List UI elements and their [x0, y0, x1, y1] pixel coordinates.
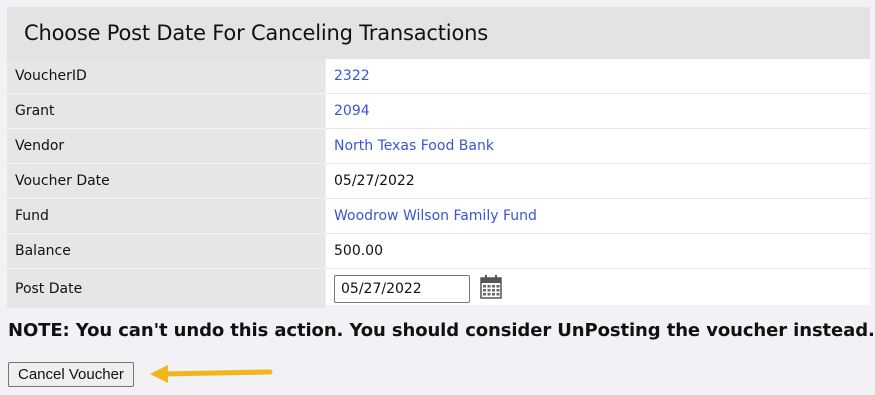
pointer-arrow-icon [150, 365, 273, 383]
table-row-fund: Fund Woodrow Wilson Family Fund [7, 198, 870, 234]
voucher-date-label: Voucher Date [7, 163, 326, 199]
fund-label: Fund [7, 198, 326, 234]
post-date-input[interactable] [334, 274, 470, 303]
table-row-vendor: Vendor North Texas Food Bank [7, 128, 870, 164]
voucherid-link[interactable]: 2322 [334, 68, 370, 84]
post-date-label: Post Date [7, 268, 326, 308]
vendor-link[interactable]: North Texas Food Bank [334, 138, 494, 154]
warning-note: NOTE: You can't undo this action. You sh… [8, 320, 875, 341]
table-row-post-date: Post Date [7, 268, 870, 308]
cancel-voucher-button[interactable]: Cancel Voucher [8, 362, 134, 387]
voucherid-label: VoucherID [7, 59, 326, 94]
cancel-transactions-panel: Choose Post Date For Canceling Transacti… [7, 7, 870, 308]
voucher-details-table: VoucherID 2322 Grant 2094 Vendor North T… [7, 59, 870, 308]
table-row-voucher-date: Voucher Date 05/27/2022 [7, 163, 870, 199]
grant-label: Grant [7, 93, 326, 129]
voucher-date-value: 05/27/2022 [325, 163, 870, 199]
table-row-grant: Grant 2094 [7, 93, 870, 129]
table-row-balance: Balance 500.00 [7, 233, 870, 269]
page-title: Choose Post Date For Canceling Transacti… [7, 7, 870, 59]
calendar-icon[interactable] [480, 274, 503, 303]
table-row-voucherid: VoucherID 2322 [7, 59, 870, 94]
grant-link[interactable]: 2094 [334, 103, 370, 119]
fund-link[interactable]: Woodrow Wilson Family Fund [334, 208, 537, 224]
vendor-label: Vendor [7, 128, 326, 164]
balance-value: 500.00 [325, 233, 870, 269]
balance-label: Balance [7, 233, 326, 269]
